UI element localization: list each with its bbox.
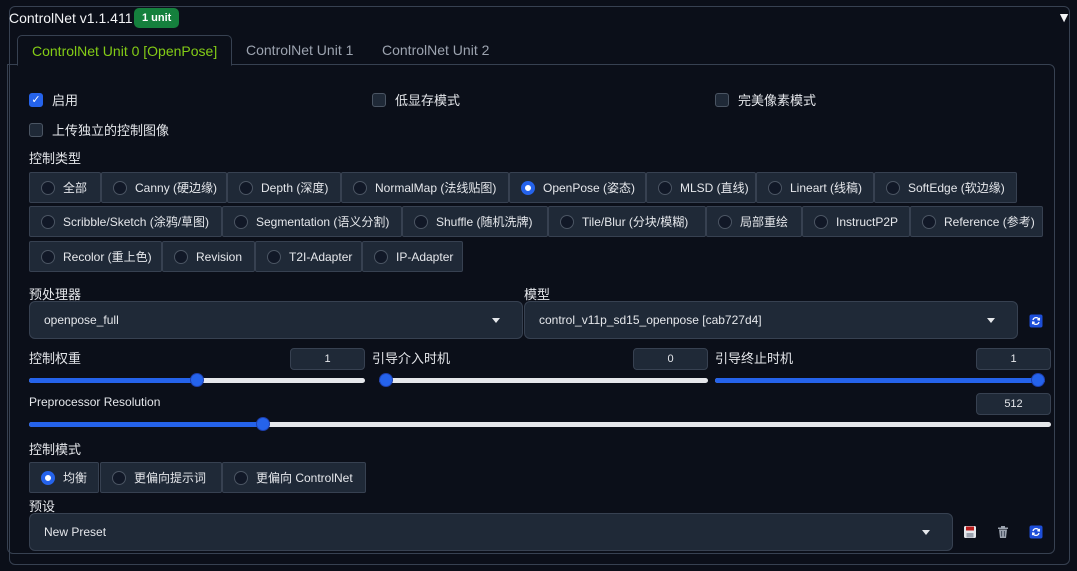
guidance-start-number-input[interactable]: 0 [633, 348, 708, 370]
control-type-option-tile[interactable]: Tile/Blur (分块/模糊) [548, 206, 706, 237]
guidance-start-label: 引导介入时机 [372, 351, 451, 366]
control-type-option-inpaint[interactable]: 局部重绘 [706, 206, 802, 237]
control-type-option-recolor[interactable]: Recolor (重上色) [29, 241, 162, 272]
control-type-option-ip-adapter[interactable]: IP-Adapter [362, 241, 463, 272]
control-type-label: 控制类型 [29, 151, 82, 166]
enable-checkbox[interactable]: ✓ 启用 [29, 90, 78, 109]
collapse-triangle-icon[interactable]: ▼ [1057, 9, 1071, 25]
tab-unit-1[interactable]: ControlNet Unit 1 [232, 35, 367, 65]
slider-thumb[interactable] [379, 373, 393, 387]
control-mode-option-balanced[interactable]: 均衡 [29, 462, 99, 493]
refresh-icon [1029, 314, 1043, 328]
resolution-slider[interactable] [29, 417, 1051, 431]
slider-thumb[interactable] [256, 417, 271, 431]
control-mode-option-prompt[interactable]: 更偏向提示词 [100, 462, 222, 493]
guidance-start-slider[interactable] [379, 373, 708, 387]
chevron-down-icon [987, 318, 995, 323]
control-mode-option-controlnet[interactable]: 更偏向 ControlNet [222, 462, 366, 493]
slider-thumb[interactable] [190, 373, 204, 387]
control-type-option-softedge[interactable]: SoftEdge (软边缘) [874, 172, 1017, 203]
delete-preset-button[interactable] [995, 524, 1011, 540]
weight-slider[interactable] [29, 373, 365, 387]
resolution-label: Preprocessor Resolution [29, 395, 161, 409]
control-type-option-lineart[interactable]: Lineart (线稿) [756, 172, 874, 203]
trash-icon [998, 526, 1008, 538]
save-preset-button[interactable] [962, 524, 978, 540]
upload-independent-checkbox[interactable]: 上传独立的控制图像 [29, 120, 169, 139]
pixel-perfect-label: 完美像素模式 [738, 93, 817, 108]
tab-unit-2[interactable]: ControlNet Unit 2 [368, 35, 503, 65]
check-icon: ✓ [29, 92, 43, 107]
refresh-models-button[interactable] [1028, 313, 1044, 329]
preprocessor-select[interactable]: openpose_full [29, 301, 523, 339]
enable-label: 启用 [52, 93, 79, 108]
guidance-end-number-input[interactable]: 1 [976, 348, 1051, 370]
control-type-option-all[interactable]: 全部 [29, 172, 101, 203]
unit-count-badge: 1 unit [134, 8, 180, 28]
model-select[interactable]: control_v11p_sd15_openpose [cab727d4] [524, 301, 1018, 339]
guidance-end-slider[interactable] [715, 373, 1045, 387]
low-vram-checkbox[interactable]: 低显存模式 [372, 90, 460, 109]
control-type-option-depth[interactable]: Depth (深度) [227, 172, 341, 203]
accordion-title[interactable]: ControlNet v1.1.411 [9, 10, 132, 26]
control-type-option-canny[interactable]: Canny (硬边缘) [101, 172, 227, 203]
control-type-option-reference[interactable]: Reference (参考) [910, 206, 1043, 237]
low-vram-label: 低显存模式 [395, 93, 461, 108]
slider-thumb[interactable] [1031, 373, 1045, 387]
control-type-option-revision[interactable]: Revision [162, 241, 255, 272]
refresh-icon [1029, 525, 1043, 539]
control-mode-label: 控制模式 [29, 442, 82, 457]
guidance-end-label: 引导终止时机 [715, 351, 794, 366]
resolution-number-input[interactable]: 512 [976, 393, 1051, 415]
chevron-down-icon [492, 318, 500, 323]
control-type-option-scribble[interactable]: Scribble/Sketch (涂鸦/草图) [29, 206, 222, 237]
preset-select[interactable]: New Preset [29, 513, 953, 551]
control-type-option-t2i-adapter[interactable]: T2I-Adapter [255, 241, 362, 272]
chevron-down-icon [922, 530, 930, 535]
save-icon [964, 526, 976, 538]
pixel-perfect-checkbox[interactable]: 完美像素模式 [715, 90, 816, 109]
tab-unit-0[interactable]: ControlNet Unit 0 [OpenPose] [17, 35, 233, 66]
upload-independent-label: 上传独立的控制图像 [52, 123, 170, 138]
control-type-option-instructp2p[interactable]: InstructP2P [802, 206, 910, 237]
control-type-option-normalmap[interactable]: NormalMap (法线贴图) [341, 172, 509, 203]
control-type-option-mlsd[interactable]: MLSD (直线) [646, 172, 756, 203]
control-type-option-openpose[interactable]: OpenPose (姿态) [509, 172, 646, 203]
control-type-option-shuffle[interactable]: Shuffle (随机洗牌) [402, 206, 548, 237]
control-type-option-segmentation[interactable]: Segmentation (语义分割) [222, 206, 402, 237]
refresh-presets-button[interactable] [1028, 524, 1044, 540]
weight-number-input[interactable]: 1 [290, 348, 365, 370]
weight-label: 控制权重 [29, 351, 82, 366]
